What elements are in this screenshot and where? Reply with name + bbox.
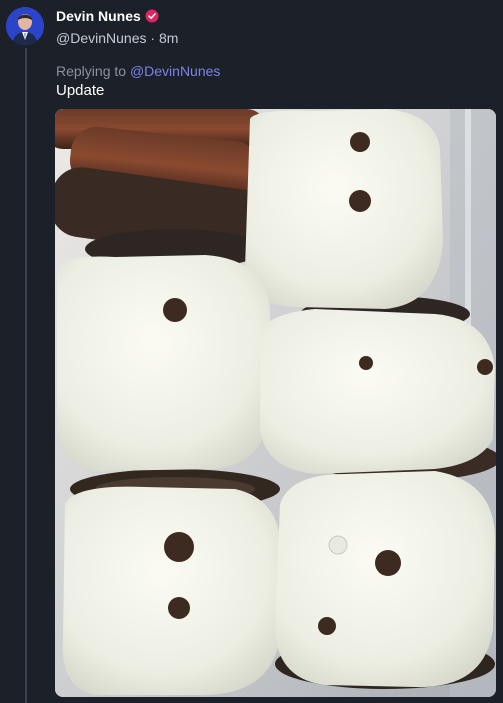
author-row[interactable]: Devin Nunes bbox=[56, 8, 159, 24]
tweet-photo[interactable] bbox=[55, 109, 496, 697]
replying-to: Replying to @DevinNunes bbox=[56, 63, 220, 79]
time-separator: · bbox=[150, 30, 156, 46]
author-name[interactable]: Devin Nunes bbox=[56, 8, 141, 24]
author-handle[interactable]: @DevinNunes bbox=[56, 30, 146, 46]
tweet[interactable]: Devin Nunes @DevinNunes · 8m Replying to… bbox=[0, 0, 503, 703]
burger-photo-illustration bbox=[55, 109, 496, 697]
thread-line bbox=[25, 48, 27, 703]
tweet-text: Update bbox=[56, 82, 105, 99]
avatar-image bbox=[6, 7, 44, 45]
avatar[interactable] bbox=[6, 7, 44, 45]
tweet-timestamp[interactable]: 8m bbox=[159, 30, 178, 46]
verified-badge-icon bbox=[145, 9, 159, 23]
handle-row: @DevinNunes · 8m bbox=[56, 30, 178, 46]
replying-to-link[interactable]: @DevinNunes bbox=[130, 63, 220, 79]
replying-to-label: Replying to bbox=[56, 63, 127, 79]
